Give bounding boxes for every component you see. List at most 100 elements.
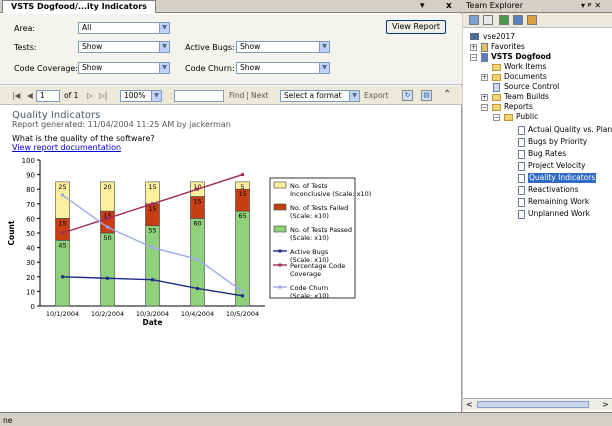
team-explorer-title: Team Explorer — [466, 1, 523, 10]
refresh-icon[interactable]: ↻ — [402, 90, 413, 101]
folder-icon — [492, 94, 501, 101]
tree-node-report[interactable]: Unplanned Work — [528, 209, 590, 219]
tab-menu-icon[interactable]: ▾ — [420, 1, 425, 11]
quality-indicators-chart: 0 10 20 30 40 50 60 70 80 90 100 10/1/2004 10/2/2004… — [7, 157, 371, 327]
series-point — [61, 231, 64, 235]
export-format-value: Select a format — [284, 91, 342, 100]
tree-node-report[interactable]: Project Velocity — [528, 161, 585, 171]
remove-icon[interactable] — [483, 15, 493, 25]
tree-node-report[interactable]: Reactivations — [528, 185, 579, 195]
tree-node-favorites[interactable]: Favorites — [491, 42, 525, 52]
area-select-value: All — [82, 23, 92, 32]
folder-icon — [492, 64, 501, 71]
chevron-down-icon: ▼ — [159, 42, 169, 52]
code-coverage-select[interactable]: Show ▼ — [78, 62, 170, 74]
find-next-link[interactable]: Next — [251, 91, 268, 100]
next-page-button[interactable]: ▷ — [87, 91, 93, 100]
expand-icon[interactable]: + — [470, 44, 477, 51]
collapse-icon[interactable]: − — [493, 114, 500, 121]
code-churn-select-value: Show — [240, 63, 261, 72]
find-input[interactable] — [174, 90, 224, 102]
y-tick-label: 90 — [26, 172, 35, 180]
export-link[interactable]: Export — [364, 91, 389, 100]
area-select[interactable]: All ▼ — [78, 22, 170, 34]
x-tick-label: 10/1/2004 — [46, 310, 79, 318]
scroll-thumb[interactable] — [477, 401, 589, 408]
collapse-icon[interactable]: − — [470, 54, 477, 61]
document-tab-strip: VSTS Dogfood/...ity Indicators ▾ x — [0, 0, 462, 13]
legend-label: Percentage Code — [290, 262, 345, 270]
chevron-down-icon: ▼ — [349, 91, 359, 101]
x-tick-label: 10/5/2004 — [226, 310, 259, 318]
page-number-input[interactable]: 1 — [36, 90, 60, 102]
status-bar — [0, 412, 612, 426]
tree-node-team-builds[interactable]: Team Builds — [504, 92, 549, 102]
properties-icon[interactable] — [527, 15, 537, 25]
series-point — [61, 193, 64, 197]
bar-segment — [100, 232, 115, 307]
folder-icon — [492, 74, 501, 81]
add-project-icon[interactable] — [469, 15, 479, 25]
team-explorer-header: Team Explorer ▾ ᵖ ✕ — [463, 0, 612, 13]
tree-node-public[interactable]: Public — [516, 112, 538, 122]
series-point — [241, 173, 244, 177]
tree-node-report[interactable]: Bugs by Priority — [528, 137, 587, 147]
collapse-icon[interactable]: − — [481, 104, 488, 111]
tree-node-source-control[interactable]: Source Control — [504, 82, 559, 92]
find-link[interactable]: Find — [229, 91, 244, 100]
connect-icon[interactable] — [513, 15, 523, 25]
report-icon — [518, 126, 525, 135]
scroll-left-icon[interactable]: < — [466, 400, 473, 409]
expand-icon[interactable]: + — [481, 94, 488, 101]
tests-select[interactable]: Show ▼ — [78, 41, 170, 53]
chevron-down-icon: ▼ — [319, 63, 329, 73]
code-churn-select[interactable]: Show ▼ — [236, 62, 330, 74]
team-explorer-pane: Team Explorer ▾ ᵖ ✕ vse2017 + Favorites … — [463, 0, 612, 412]
bar-data-label: 15 — [58, 219, 66, 227]
tests-select-value: Show — [82, 42, 103, 51]
refresh-icon[interactable] — [499, 15, 509, 25]
source-control-icon — [493, 83, 500, 92]
series-point — [106, 276, 109, 280]
project-icon — [481, 53, 488, 62]
y-tick-label: 60 — [26, 215, 35, 223]
folder-open-icon — [504, 114, 513, 121]
page-number-value: 1 — [40, 91, 45, 100]
print-layout-icon[interactable]: ▤ — [421, 90, 432, 101]
zoom-select[interactable]: 100% ▼ — [120, 90, 162, 102]
bar-data-label: 5 — [240, 183, 244, 191]
chevron-down-icon: ▼ — [151, 91, 161, 101]
tree-node-server[interactable]: vse2017 — [483, 32, 515, 42]
previous-page-button[interactable]: ◀ — [27, 91, 33, 100]
collapse-parameters-icon[interactable]: ⌃ — [443, 89, 451, 100]
tree-node-documents[interactable]: Documents — [504, 72, 547, 82]
tree-node-report[interactable]: Remaining Work — [528, 197, 589, 207]
expand-icon[interactable]: + — [481, 74, 488, 81]
first-page-button[interactable]: |◀ — [12, 91, 20, 100]
tests-label: Tests: — [14, 43, 37, 52]
tree-node-work-items[interactable]: Work Items — [504, 62, 546, 72]
page-count: of 1 — [64, 91, 79, 100]
report-document-window: VSTS Dogfood/...ity Indicators ▾ x Area:… — [0, 0, 462, 412]
legend-label: Inconclusive (Scale: x10) — [290, 190, 371, 198]
status-text: ne — [3, 416, 13, 425]
pane-controls[interactable]: ▾ ᵖ ✕ — [581, 1, 601, 10]
tree-node-reports[interactable]: Reports — [504, 102, 533, 112]
document-tab[interactable]: VSTS Dogfood/...ity Indicators — [2, 0, 156, 13]
tree-node-report[interactable]: Bug Rates — [528, 149, 566, 159]
report-icon — [518, 174, 525, 183]
tree-node-report-selected[interactable]: Quality Indicators — [528, 173, 597, 183]
series-point — [106, 216, 109, 220]
tree-node-vsts-dogfood[interactable]: VSTS Dogfood — [491, 52, 551, 62]
view-report-button[interactable]: View Report — [386, 20, 446, 34]
legend-marker — [278, 249, 282, 253]
series-point — [106, 225, 109, 229]
last-page-button[interactable]: ▷| — [99, 91, 107, 100]
series-point — [196, 286, 199, 290]
scroll-right-icon[interactable]: > — [602, 400, 609, 409]
horizontal-scrollbar[interactable]: < > — [463, 398, 612, 410]
close-icon[interactable]: x — [446, 1, 452, 11]
export-format-select[interactable]: Select a format ▼ — [280, 90, 360, 102]
active-bugs-select[interactable]: Show ▼ — [236, 41, 330, 53]
tree-node-report[interactable]: Actual Quality vs. Planned — [528, 125, 612, 135]
